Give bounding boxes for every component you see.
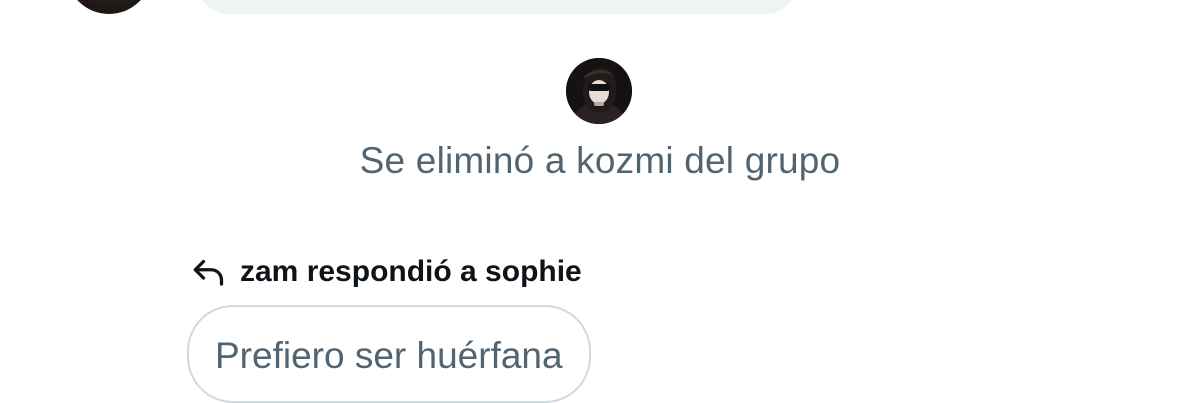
reply-header: zam respondió a sophie (188, 252, 582, 292)
quoted-message-bubble[interactable]: Prefiero ser huérfana (187, 305, 591, 403)
previous-message-bubble[interactable] (198, 0, 796, 14)
system-event-text: Se eliminó a kozmi del grupo (359, 140, 841, 181)
reply-header-text: zam respondió a sophie (240, 255, 582, 288)
quoted-message-text: Prefiero ser huérfana (215, 335, 563, 376)
avatar-image (566, 58, 632, 124)
reply-arrow-icon (188, 252, 228, 292)
previous-message-avatar[interactable] (66, 0, 152, 14)
removed-user-avatar[interactable] (566, 58, 632, 124)
